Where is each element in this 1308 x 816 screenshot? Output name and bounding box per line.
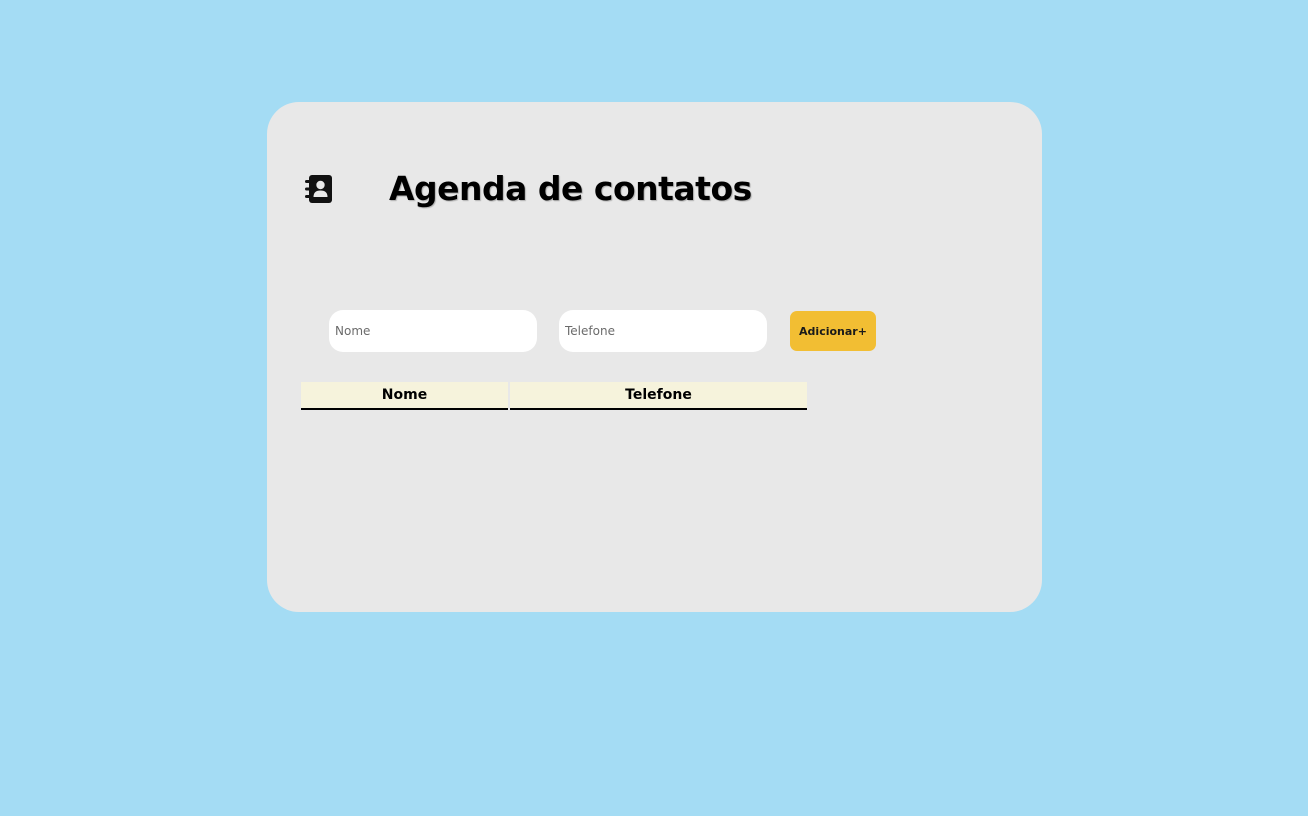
contacts-table: Nome Telefone: [299, 382, 809, 410]
page-header: Agenda de contatos: [303, 166, 1003, 212]
column-header-name: Nome: [301, 382, 508, 410]
contacts-card: Agenda de contatos Adicionar+ Nome Telef…: [267, 102, 1042, 612]
add-contact-button[interactable]: Adicionar+: [790, 311, 876, 351]
contacts-table-header: Nome Telefone: [301, 382, 807, 410]
phone-input[interactable]: [559, 310, 767, 352]
name-input[interactable]: [329, 310, 537, 352]
column-header-phone: Telefone: [510, 382, 807, 410]
header-row: Nome Telefone: [301, 382, 807, 410]
address-book-icon: [303, 173, 335, 205]
page-title: Agenda de contatos: [389, 169, 752, 208]
